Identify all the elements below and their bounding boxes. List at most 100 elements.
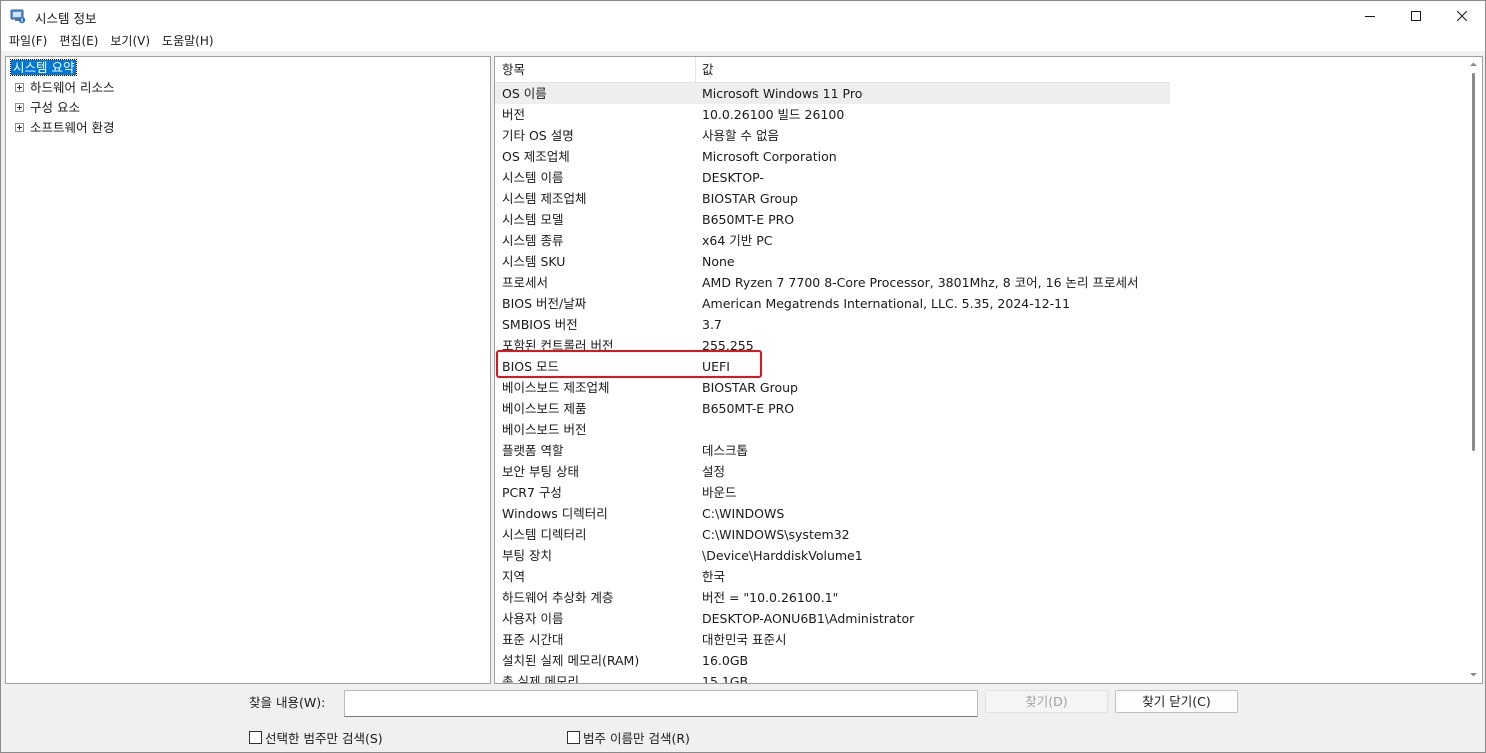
row-value-cell: \Device\HarddiskVolume1 bbox=[702, 548, 863, 563]
table-row[interactable]: 시스템 이름 DESKTOP- bbox=[495, 167, 1170, 188]
close-icon bbox=[1457, 11, 1467, 21]
maximize-button[interactable] bbox=[1393, 1, 1439, 31]
details-list[interactable]: 항목 값 OS 이름 Microsoft Windows 11 Pro 버전 10.0… bbox=[494, 56, 1483, 684]
row-item-cell: 시스템 모델 bbox=[502, 212, 564, 227]
tree-item-label: 소프트웨어 환경 bbox=[30, 120, 115, 135]
menu-file[interactable]: 파일(F) bbox=[3, 31, 53, 51]
table-row[interactable]: 부팅 장치 \Device\HarddiskVolume1 bbox=[495, 545, 1170, 566]
table-row[interactable]: 시스템 SKU None bbox=[495, 251, 1170, 272]
row-value-cell: 3.7 bbox=[702, 317, 722, 332]
row-value-cell: UEFI bbox=[702, 359, 730, 374]
find-button[interactable]: 찾기(D) bbox=[985, 690, 1108, 713]
find-label: 찾을 내용(W): bbox=[249, 695, 326, 710]
table-row[interactable]: 총 실제 메모리 15.1GB bbox=[495, 671, 1170, 684]
row-item-cell: SMBIOS 버전 bbox=[502, 317, 578, 332]
system-info-window: 시스템 정보 파일(F) 편집(E) 보기(V) 도움말(H) 시스템 요약 하… bbox=[0, 0, 1486, 753]
table-row[interactable]: OS 제조업체 Microsoft Corporation bbox=[495, 146, 1170, 167]
table-row[interactable]: BIOS 버전/날짜 American Megatrends Internatio… bbox=[495, 293, 1170, 314]
table-row[interactable]: 베이스보드 제조업체 BIOSTAR Group bbox=[495, 377, 1170, 398]
minimize-button[interactable] bbox=[1347, 1, 1393, 31]
menu-edit[interactable]: 편집(E) bbox=[53, 31, 104, 51]
row-value-cell: DESKTOP-AONU6B1\Administrator bbox=[702, 611, 915, 626]
menu-bar: 파일(F) 편집(E) 보기(V) 도움말(H) bbox=[1, 31, 1485, 51]
menu-help[interactable]: 도움말(H) bbox=[156, 31, 220, 51]
window-title: 시스템 정보 bbox=[35, 11, 97, 26]
column-header-value[interactable]: 값 bbox=[695, 57, 714, 83]
row-value-cell: DESKTOP- bbox=[702, 170, 764, 185]
row-value-cell: American Megatrends International, LLC. … bbox=[702, 296, 1071, 311]
vertical-scrollbar[interactable] bbox=[1465, 57, 1482, 683]
row-item-cell: 프로세서 bbox=[502, 275, 549, 290]
column-header-item[interactable]: 항목 bbox=[495, 57, 525, 83]
row-item-cell: PCR7 구성 bbox=[502, 485, 562, 500]
table-row[interactable]: 보안 부팅 상태 설정 bbox=[495, 461, 1170, 482]
row-value-cell: 사용할 수 없음 bbox=[702, 128, 779, 143]
table-row[interactable]: 사용자 이름 DESKTOP-AONU6B1\Administrator bbox=[495, 608, 1170, 629]
table-row[interactable]: PCR7 구성 바운드 bbox=[495, 482, 1170, 503]
table-row[interactable]: 시스템 종류 x64 기반 PC bbox=[495, 230, 1170, 251]
table-row[interactable]: 프로세서 AMD Ryzen 7 7700 8-Core Processor, 3… bbox=[495, 272, 1170, 293]
table-row[interactable]: 플랫폼 역할 데스크톱 bbox=[495, 440, 1170, 461]
table-row[interactable]: 기타 OS 설명 사용할 수 없음 bbox=[495, 125, 1170, 146]
table-row[interactable]: 시스템 제조업체 BIOSTAR Group bbox=[495, 188, 1170, 209]
row-item-cell: OS 제조업체 bbox=[502, 149, 570, 164]
table-row[interactable]: 하드웨어 추상화 계층 버전 = "10.0.26100.1" bbox=[495, 587, 1170, 608]
table-row[interactable]: 설치된 실제 메모리(RAM) 16.0GB bbox=[495, 650, 1170, 671]
table-row[interactable]: SMBIOS 버전 3.7 bbox=[495, 314, 1170, 335]
row-item-cell: 포함된 컨트롤러 버전 bbox=[502, 338, 614, 353]
tree-item-label: 하드웨어 리소스 bbox=[30, 80, 115, 95]
row-value-cell: B650MT-E PRO bbox=[702, 401, 795, 416]
row-value-cell: 설정 bbox=[702, 464, 726, 479]
row-value-cell: 대한민국 표준시 bbox=[702, 632, 787, 647]
row-item-cell: 사용자 이름 bbox=[502, 611, 564, 626]
menu-view[interactable]: 보기(V) bbox=[104, 31, 156, 51]
search-category-names-checkbox[interactable] bbox=[567, 731, 580, 744]
expand-plus-icon[interactable] bbox=[15, 103, 24, 112]
row-item-cell: 기타 OS 설명 bbox=[502, 128, 574, 143]
search-selected-category-option[interactable]: 선택한 범주만 검색(S) bbox=[249, 728, 383, 747]
expand-plus-icon[interactable] bbox=[15, 123, 24, 132]
row-item-cell: 지역 bbox=[502, 569, 526, 584]
row-value-cell: BIOSTAR Group bbox=[702, 380, 798, 395]
search-selected-category-checkbox[interactable] bbox=[249, 731, 262, 744]
expand-plus-icon[interactable] bbox=[15, 83, 24, 92]
row-item-cell: 하드웨어 추상화 계층 bbox=[502, 590, 614, 605]
close-button[interactable] bbox=[1439, 1, 1485, 31]
tree-item-system-summary[interactable]: 시스템 요약 bbox=[9, 58, 78, 77]
row-item-cell: 부팅 장치 bbox=[502, 548, 552, 563]
scroll-up-icon[interactable] bbox=[1470, 61, 1477, 68]
search-category-names-option[interactable]: 범주 이름만 검색(R) bbox=[567, 728, 690, 747]
row-item-cell: 시스템 제조업체 bbox=[502, 191, 587, 206]
table-row[interactable]: 포함된 컨트롤러 버전 255.255 bbox=[495, 335, 1170, 356]
row-value-cell: 255.255 bbox=[702, 338, 754, 353]
table-row[interactable]: 시스템 디렉터리 C:\WINDOWS\system32 bbox=[495, 524, 1170, 545]
table-row[interactable]: 버전 10.0.26100 빌드 26100 bbox=[495, 104, 1170, 125]
table-row[interactable]: BIOS 모드 UEFI bbox=[495, 356, 1170, 377]
row-item-cell: BIOS 버전/날짜 bbox=[502, 296, 587, 311]
table-row[interactable]: OS 이름 Microsoft Windows 11 Pro bbox=[495, 83, 1170, 104]
row-item-cell: 시스템 SKU bbox=[502, 254, 566, 269]
category-tree[interactable]: 시스템 요약 하드웨어 리소스 구성 요소 소프트웨어 환경 bbox=[5, 56, 491, 684]
table-row[interactable]: 베이스보드 버전 bbox=[495, 419, 1170, 440]
row-item-cell: 시스템 디렉터리 bbox=[502, 527, 587, 542]
row-item-cell: 베이스보드 제품 bbox=[502, 401, 587, 416]
table-row[interactable]: 시스템 모델 B650MT-E PRO bbox=[495, 209, 1170, 230]
tree-item-label: 시스템 요약 bbox=[9, 59, 78, 76]
find-input[interactable] bbox=[344, 690, 978, 717]
table-row[interactable]: 지역 한국 bbox=[495, 566, 1170, 587]
row-value-cell: BIOSTAR Group bbox=[702, 191, 798, 206]
row-value-cell: 15.1GB bbox=[702, 674, 749, 684]
title-bar[interactable]: 시스템 정보 bbox=[1, 1, 1485, 31]
scroll-down-icon[interactable] bbox=[1470, 671, 1477, 678]
table-row[interactable]: 표준 시간대 대한민국 표준시 bbox=[495, 629, 1170, 650]
row-value-cell: 바운드 bbox=[702, 485, 737, 500]
row-item-cell: 베이스보드 제조업체 bbox=[502, 380, 610, 395]
table-row[interactable]: 베이스보드 제품 B650MT-E PRO bbox=[495, 398, 1170, 419]
row-item-cell: 시스템 이름 bbox=[502, 170, 564, 185]
close-find-button[interactable]: 찾기 닫기(C) bbox=[1115, 690, 1238, 713]
maximize-icon bbox=[1411, 11, 1421, 21]
row-value-cell: B650MT-E PRO bbox=[702, 212, 795, 227]
scroll-thumb[interactable] bbox=[1472, 73, 1475, 451]
row-item-cell: BIOS 모드 bbox=[502, 359, 560, 374]
table-row[interactable]: Windows 디렉터리 C:\WINDOWS bbox=[495, 503, 1170, 524]
